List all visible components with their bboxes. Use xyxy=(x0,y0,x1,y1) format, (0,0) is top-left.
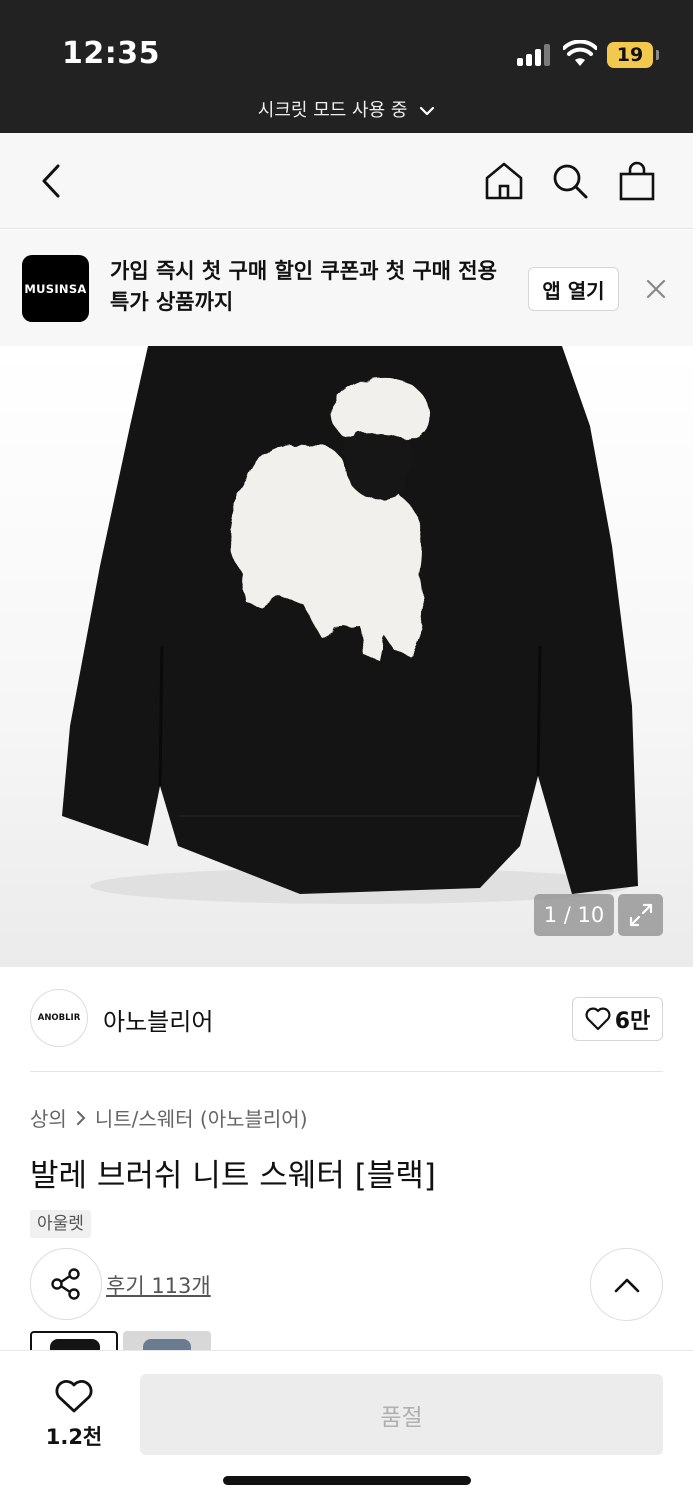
home-indicator xyxy=(223,1476,471,1485)
bottom-action-bar: 1.2천 품절 xyxy=(0,1350,693,1500)
chevron-right-icon xyxy=(76,1110,86,1125)
brand-logo[interactable]: ANOBLIR xyxy=(30,989,88,1047)
scroll-to-top-button[interactable] xyxy=(590,1248,663,1321)
share-icon xyxy=(51,1268,80,1300)
wishlist-button[interactable]: 1.2천 xyxy=(44,1379,104,1449)
wifi-icon xyxy=(563,40,597,66)
incognito-label: 시크릿 모드 사용 중 xyxy=(257,100,408,121)
sold-out-button[interactable]: 품절 xyxy=(140,1374,663,1455)
expand-icon xyxy=(629,903,652,927)
battery-indicator: 19 xyxy=(607,42,659,68)
brand-row: ANOBLIR 아노블리어 6만 xyxy=(30,989,663,1049)
wishlist-count: 1.2천 xyxy=(45,1425,103,1449)
home-icon xyxy=(485,162,523,200)
product-title: 발레 브러쉬 니트 스웨터 [블랙] xyxy=(30,1158,436,1194)
top-navigation xyxy=(0,133,693,229)
cellular-signal-icon xyxy=(517,44,553,66)
breadcrumb: 상의 니트/스웨터 (아노블리어) xyxy=(30,1103,308,1132)
search-icon xyxy=(553,164,588,199)
app-install-banner: MUSINSA 가입 즉시 첫 구매 할인 쿠폰과 첫 구매 전용 특가 상품까… xyxy=(0,230,693,346)
incognito-mode-toggle[interactable]: 시크릿 모드 사용 중 xyxy=(0,96,693,122)
banner-message: 가입 즉시 첫 구매 할인 쿠폰과 첫 구매 전용 특가 상품까지 xyxy=(110,259,497,314)
breadcrumb-subcategory[interactable]: 니트/스웨터 (아노블리어) xyxy=(95,1103,308,1132)
status-time: 12:35 xyxy=(62,36,160,71)
divider xyxy=(30,1071,663,1072)
back-button[interactable] xyxy=(28,157,76,205)
chevron-left-icon xyxy=(42,164,60,198)
breadcrumb-category[interactable]: 상의 xyxy=(30,1103,67,1132)
close-icon xyxy=(646,279,666,299)
cart-button[interactable] xyxy=(613,157,661,205)
home-button[interactable] xyxy=(480,157,528,205)
chevron-down-icon xyxy=(420,106,435,116)
image-counter: 1 / 10 xyxy=(534,894,614,936)
variant-thumbnail-blue[interactable] xyxy=(123,1331,211,1351)
heart-icon xyxy=(55,1380,93,1413)
product-image-gallery[interactable]: 1 / 10 xyxy=(0,346,693,967)
status-bar: 12:35 19 시크릿 모드 사용 중 xyxy=(0,0,693,133)
open-app-button[interactable]: 앱 열기 xyxy=(528,267,619,311)
variant-thumbnail-black[interactable] xyxy=(30,1331,118,1351)
heart-icon xyxy=(585,1007,611,1031)
brand-like-count: 6만 xyxy=(614,1009,651,1034)
reviews-link[interactable]: 후기 113개 xyxy=(106,1270,211,1300)
search-button[interactable] xyxy=(546,157,594,205)
brand-like-button[interactable]: 6만 xyxy=(572,997,663,1041)
share-button[interactable] xyxy=(30,1248,102,1320)
color-variant-thumbnails xyxy=(30,1331,230,1351)
shopping-bag-icon xyxy=(619,161,655,201)
product-photo xyxy=(62,346,638,904)
close-banner-button[interactable] xyxy=(642,275,670,303)
brand-name[interactable]: 아노블리어 xyxy=(103,1002,213,1037)
chevron-up-icon xyxy=(614,1278,639,1292)
expand-image-button[interactable] xyxy=(618,894,663,936)
outlet-badge: 아울렛 xyxy=(30,1210,91,1238)
musinsa-logo: MUSINSA xyxy=(22,255,89,322)
